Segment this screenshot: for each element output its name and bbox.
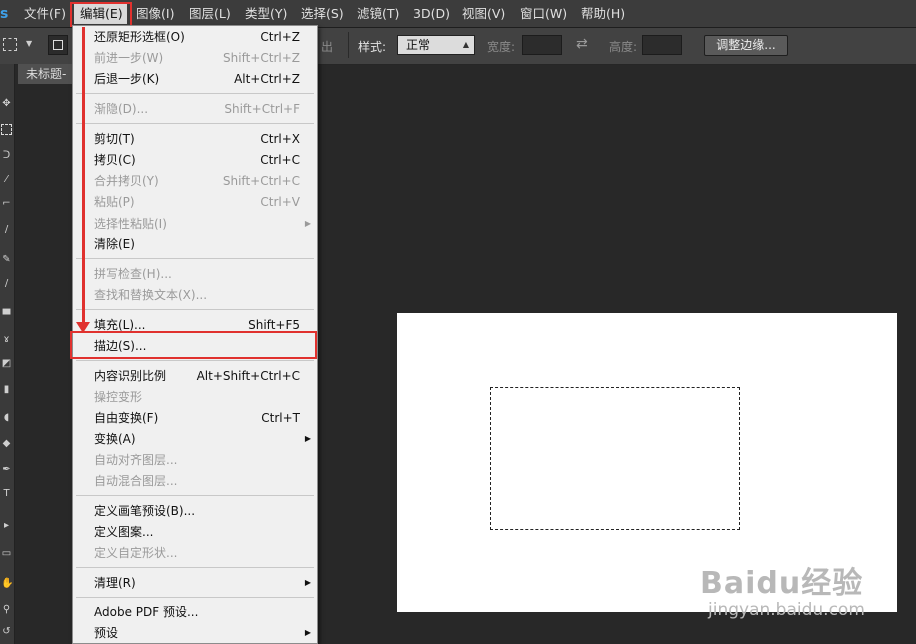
healing-brush-tool-icon[interactable]: ✎: [1, 254, 12, 265]
menu-window[interactable]: 窗口(W): [520, 4, 567, 24]
menu-item-define-brush-preset[interactable]: 定义画笔预设(B)...: [73, 501, 317, 521]
blur-tool-icon[interactable]: ◖: [1, 412, 12, 423]
height-label: 高度:: [609, 40, 638, 54]
lasso-tool-icon[interactable]: ᑐ: [1, 150, 12, 161]
submenu-arrow-icon: ▶: [304, 434, 311, 443]
menu-separator: [76, 360, 314, 361]
menu-item-content-aware-scale[interactable]: 内容识别比例 Alt+Shift+Ctrl+C: [73, 366, 317, 386]
menu-item-paste-special[interactable]: 选择性粘贴(I) ▶: [73, 214, 317, 234]
antialias-label-partial: 出: [321, 40, 334, 54]
dodge-tool-icon[interactable]: ◆: [1, 438, 12, 449]
menu-item-auto-align-layers[interactable]: 自动对齐图层...: [73, 450, 317, 470]
pen-tool-icon[interactable]: ✒: [1, 464, 12, 475]
menu-item-presets[interactable]: 预设 ▶: [73, 623, 317, 643]
menu-item-define-pattern[interactable]: 定义图案...: [73, 522, 317, 542]
menu-layer[interactable]: 图层(L): [189, 4, 231, 24]
edit-menu-highlight-box: [70, 2, 132, 27]
path-select-tool-icon[interactable]: ▸: [1, 520, 12, 531]
style-label: 样式:: [358, 40, 387, 54]
hand-tool-icon[interactable]: ✋: [1, 578, 13, 589]
refine-edge-button[interactable]: 调整边缘...: [704, 35, 788, 56]
quick-select-tool-icon[interactable]: ⁄: [1, 174, 12, 185]
menu-filter[interactable]: 滤镜(T): [357, 4, 399, 24]
style-select[interactable]: 正常 ▲: [397, 35, 475, 55]
type-tool-icon[interactable]: T: [1, 488, 12, 499]
marquee-tool-icon[interactable]: [1, 124, 12, 135]
menu-item-cut[interactable]: 剪切(T) Ctrl+X: [73, 129, 317, 149]
menu-item-define-custom-shape[interactable]: 定义自定形状...: [73, 543, 317, 563]
menu-item-free-transform[interactable]: 自由变换(F) Ctrl+T: [73, 408, 317, 428]
menu-item-clear[interactable]: 清除(E): [73, 234, 317, 254]
menu-item-purge[interactable]: 清理(R) ▶: [73, 573, 317, 593]
width-field[interactable]: [522, 35, 562, 55]
menu-separator: [76, 93, 314, 94]
new-selection-button[interactable]: [48, 35, 68, 55]
document-tab[interactable]: 未标题-: [18, 64, 76, 84]
history-brush-tool-icon[interactable]: ɤ: [1, 334, 12, 345]
gradient-tool-icon[interactable]: ▮: [1, 384, 12, 395]
menu-item-step-forward[interactable]: 前进一步(W) Shift+Ctrl+Z: [73, 48, 317, 68]
menu-item-puppet-warp[interactable]: 操控变形: [73, 387, 317, 407]
height-field[interactable]: [642, 35, 682, 55]
annotation-arrow-line: [82, 27, 85, 327]
menu-item-copy[interactable]: 拷贝(C) Ctrl+C: [73, 150, 317, 170]
square-icon: [53, 40, 63, 50]
watermark-logo: Baidu经验: [700, 566, 864, 601]
menu-item-find-replace[interactable]: 查找和替换文本(X)...: [73, 285, 317, 305]
menu-item-fade[interactable]: 渐隐(D)... Shift+Ctrl+F: [73, 99, 317, 119]
crop-tool-icon[interactable]: ⌐: [1, 198, 12, 209]
app-logo: s: [0, 6, 8, 22]
stroke-item-highlight-box: [70, 331, 317, 359]
eyedropper-tool-icon[interactable]: /: [1, 224, 12, 235]
marquee-tool-preset-icon[interactable]: [3, 38, 17, 51]
watermark-url: jingyan.baidu.com: [708, 600, 865, 620]
menu-help[interactable]: 帮助(H): [581, 4, 625, 24]
updown-arrow-icon: ▲: [462, 40, 469, 49]
eraser-tool-icon[interactable]: ◩: [1, 358, 12, 369]
menu-separator: [76, 567, 314, 568]
menu-item-transform[interactable]: 变换(A) ▶: [73, 429, 317, 449]
submenu-arrow-icon: ▶: [304, 628, 311, 637]
menu-item-auto-blend-layers[interactable]: 自动混合图层...: [73, 471, 317, 491]
menu-type[interactable]: 类型(Y): [245, 4, 287, 24]
style-select-value: 正常: [406, 38, 431, 52]
divider: [348, 32, 349, 58]
menu-item-step-backward[interactable]: 后退一步(K) Alt+Ctrl+Z: [73, 69, 317, 89]
menu-3d[interactable]: 3D(D): [413, 4, 450, 24]
menu-file[interactable]: 文件(F): [24, 4, 66, 24]
swap-colors-icon[interactable]: ↺: [1, 626, 12, 637]
menu-item-undo[interactable]: 还原矩形选框(O) Ctrl+Z: [73, 27, 317, 47]
menu-separator: [76, 309, 314, 310]
zoom-tool-icon[interactable]: ⚲: [1, 604, 12, 615]
clone-stamp-tool-icon[interactable]: ▀: [1, 310, 12, 321]
submenu-arrow-icon: ▶: [304, 578, 311, 587]
menu-separator: [76, 258, 314, 259]
menu-item-paste[interactable]: 粘贴(P) Ctrl+V: [73, 192, 317, 212]
menu-item-spell-check[interactable]: 拼写检查(H)...: [73, 264, 317, 284]
brush-tool-icon[interactable]: /: [1, 278, 12, 289]
shape-tool-icon[interactable]: ▭: [1, 548, 12, 559]
swap-arrows-icon[interactable]: ⇄: [576, 36, 588, 52]
menu-separator: [76, 597, 314, 598]
chevron-down-icon[interactable]: ▼: [26, 39, 32, 48]
menu-image[interactable]: 图像(I): [136, 4, 174, 24]
menu-item-adobe-pdf-presets[interactable]: Adobe PDF 预设...: [73, 602, 317, 622]
move-tool-icon[interactable]: ✥: [1, 98, 12, 109]
watermark: Baidu经验 jingyan.baidu.com: [700, 558, 900, 638]
width-label: 宽度:: [487, 40, 516, 54]
menu-item-copy-merged[interactable]: 合并拷贝(Y) Shift+Ctrl+C: [73, 171, 317, 191]
menu-select[interactable]: 选择(S): [301, 4, 344, 24]
menu-view[interactable]: 视图(V): [462, 4, 505, 24]
rectangular-selection: [490, 387, 740, 530]
menu-separator: [76, 123, 314, 124]
submenu-arrow-icon: ▶: [304, 219, 311, 228]
menu-separator: [76, 495, 314, 496]
